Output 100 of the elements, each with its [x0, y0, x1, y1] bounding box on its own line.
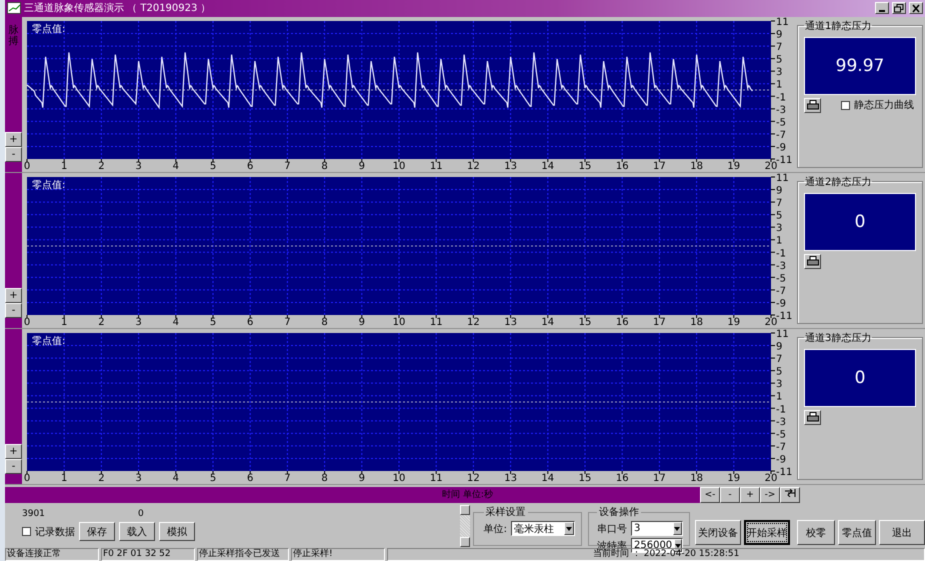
file-button[interactable]: 保存 [79, 522, 115, 541]
action-button[interactable]: 开始采样 [744, 520, 790, 545]
axis-tick-label: 4 [172, 472, 179, 484]
axis-tick-label: -1 [776, 248, 786, 260]
axis-tick-label: 15 [578, 472, 592, 484]
axis-tick-label: 20 [764, 160, 778, 172]
axis-tick-label: 3 [776, 379, 782, 390]
axis-tick-label: 10 [392, 472, 406, 484]
file-button[interactable]: 模拟 [159, 522, 195, 541]
record-checkbox[interactable]: 记录数据 [22, 524, 75, 538]
axis-tick-label: -11 [776, 310, 792, 322]
axis-tick-label: 13 [504, 160, 517, 172]
port-dropdown[interactable]: 3 [631, 521, 683, 536]
axis-tick-label: 1 [776, 392, 782, 403]
axis-tick-label: 5 [210, 160, 216, 172]
axis-tick-label: 19 [727, 472, 740, 484]
axis-tick-label: -5 [776, 117, 786, 128]
curve-checkbox[interactable]: 静态压力曲线 [841, 98, 914, 112]
axis-tick-label: 11 [776, 172, 789, 184]
unit-dropdown[interactable]: 毫米汞柱 [511, 521, 575, 536]
axis-tick-label: -7 [776, 442, 786, 453]
axis-tick-label: 0 [24, 316, 30, 328]
zoom-out-button[interactable]: - [5, 146, 22, 162]
zoom-out-button[interactable]: - [5, 458, 22, 474]
minimize-button[interactable] [875, 2, 889, 14]
axis-tick-label: 5 [210, 472, 216, 484]
counter-value: 0 [138, 509, 145, 519]
zoom-in-button[interactable]: + [5, 132, 22, 147]
axis-tick-label: 14 [541, 472, 554, 484]
axis-tick-label: 7 [776, 198, 782, 210]
nav-button[interactable]: - [720, 486, 740, 503]
axis-tick-label: 7 [284, 160, 291, 172]
axis-tick-label: -5 [776, 429, 786, 440]
axis-tick-label: 5 [776, 210, 782, 222]
group-title: 采样设置 [484, 506, 527, 519]
zoom-out-button[interactable]: - [5, 302, 22, 318]
close-icon [911, 4, 921, 13]
axis-tick-label: 6 [247, 160, 254, 172]
axis-tick-label: 8 [321, 160, 328, 172]
axis-tick-label: 7 [776, 42, 782, 54]
print-button[interactable] [804, 254, 821, 269]
panel-title: 通道3静态压力 [804, 332, 872, 345]
status-text: 停止采样指令已发送 [197, 548, 289, 561]
nav-button[interactable]: -> [760, 486, 780, 503]
scroll-bar[interactable] [460, 505, 470, 547]
zoom-in-button[interactable]: + [5, 288, 22, 303]
action-button[interactable]: 关闭设备 [695, 520, 741, 545]
axis-tick-label: 5 [776, 366, 782, 378]
axis-tick-label: 9 [776, 342, 782, 353]
axis-tick-label: 16 [616, 472, 629, 484]
axis-tick-label: 8 [321, 472, 328, 484]
axis-tick-label: -9 [776, 454, 786, 466]
pressure-reading: 0 [804, 348, 916, 407]
axis-tick-label: 6 [247, 316, 254, 328]
axis-tick-label: 9 [358, 472, 365, 484]
axis-tick-label: 18 [690, 316, 703, 328]
close-button[interactable] [909, 2, 923, 14]
print-button[interactable] [804, 98, 821, 113]
chart-icon [7, 2, 21, 14]
axis-tick-label: 9 [776, 30, 782, 41]
axis-tick-label: 14 [541, 160, 554, 172]
pressure-reading: 0 [804, 192, 916, 251]
axis-tick-label: 19 [727, 160, 740, 172]
minimize-icon [879, 10, 885, 12]
axis-tick-label: 2 [98, 472, 105, 484]
action-button[interactable]: 校零 [797, 520, 835, 545]
action-button[interactable]: 零点值 [838, 520, 876, 545]
file-button[interactable]: 载入 [119, 522, 155, 541]
axis-tick-label: 9 [358, 316, 365, 328]
printer-icon [806, 412, 818, 422]
action-button[interactable]: 退出 [879, 520, 925, 545]
axis-tick-label: 9 [776, 186, 782, 197]
time-axis-label: 时间 单位:秒 [5, 486, 700, 503]
axis-tick-label: -9 [776, 142, 786, 154]
counter-value: 3901 [22, 509, 46, 519]
fit-button[interactable] [780, 486, 800, 503]
axis-tick-label: 4 [172, 160, 179, 172]
restore-icon [894, 4, 904, 13]
status-text: 停止采样! [291, 548, 385, 561]
nav-button[interactable]: <- [700, 486, 720, 503]
axis-tick-label: 11 [776, 16, 789, 28]
panel-title: 通道2静态压力 [804, 176, 872, 189]
axis-tick-label: 15 [578, 316, 592, 328]
nav-button[interactable]: + [740, 486, 760, 503]
axis-tick-label: 11 [430, 316, 443, 328]
zero-label: 零点值: [32, 180, 66, 191]
axis-tick-label: 11 [776, 328, 789, 340]
status-text: 设备连接正常 [5, 548, 99, 561]
axis-tick-label: 3 [135, 316, 142, 328]
print-button[interactable] [804, 410, 821, 425]
axis-tick-label: 3 [776, 67, 782, 78]
axis-tick-label: 5 [210, 316, 216, 328]
zoom-in-button[interactable]: + [5, 444, 22, 459]
zero-label: 零点值: [32, 24, 66, 35]
axis-tick-label: 16 [616, 316, 629, 328]
axis-tick-label: 13 [504, 316, 517, 328]
dropdown-arrow-icon [566, 526, 572, 530]
axis-tick-label: 17 [653, 472, 666, 484]
panel-title: 通道1静态压力 [804, 20, 872, 33]
restore-button[interactable] [892, 2, 906, 14]
